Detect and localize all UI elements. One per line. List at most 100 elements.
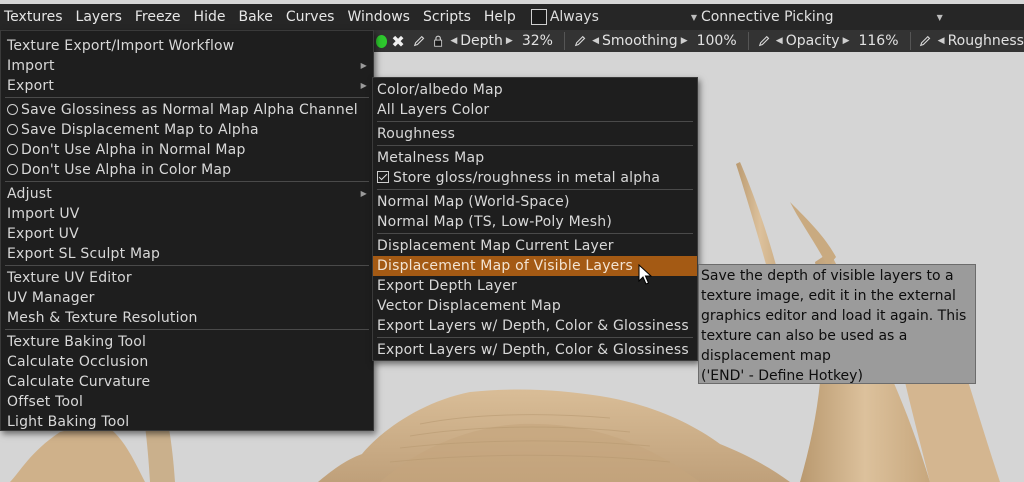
menu-item-export-uv[interactable]: Export UV <box>1 224 373 244</box>
textures-menu: Texture Export/Import Workflow Import ▶ E… <box>0 30 374 431</box>
increase-opacity-icon[interactable]: ▶ <box>843 36 850 46</box>
menu-windows[interactable]: Windows <box>343 9 419 25</box>
export-item-metalness[interactable]: Metalness Map <box>373 148 697 168</box>
menu-hide[interactable]: Hide <box>190 9 235 25</box>
menu-item-label: Displacement Map of Visible Layers <box>377 258 633 274</box>
export-item-normal-ts[interactable]: Normal Map (TS, Low-Poly Mesh) <box>373 212 697 232</box>
menu-item-calculate-occlusion[interactable]: Calculate Occlusion <box>1 352 373 372</box>
toolbar-divider <box>563 32 565 50</box>
menu-item-export[interactable]: Export ▶ <box>1 76 373 96</box>
menu-item-mesh-texture-resolution[interactable]: Mesh & Texture Resolution <box>1 308 373 328</box>
picking-mode-value: Connective Picking <box>700 9 834 25</box>
export-item-vector-displacement[interactable]: Vector Displacement Map <box>373 296 697 316</box>
close-icon[interactable]: ✖ <box>391 32 404 51</box>
opacity-control[interactable]: ◀ Opacity ▶ 116% <box>773 30 905 52</box>
menu-item-label: Don't Use Alpha in Normal Map <box>21 142 246 158</box>
pen-icon[interactable] <box>919 34 931 48</box>
menu-bar: Textures Layers Freeze Hide Bake Curves … <box>0 4 1024 30</box>
menu-item-label: Calculate Curvature <box>7 374 151 390</box>
roughness-label: Roughness <box>947 33 1024 49</box>
export-item-layers-depth-color-gloss[interactable]: Export Layers w/ Depth, Color & Glossine… <box>373 316 697 336</box>
menu-item-import[interactable]: Import ▶ <box>1 56 373 76</box>
decrease-depth-icon[interactable]: ◀ <box>450 36 457 46</box>
menu-item-label: Offset Tool <box>7 394 84 410</box>
increase-depth-icon[interactable]: ▶ <box>506 36 513 46</box>
menu-freeze[interactable]: Freeze <box>131 9 190 25</box>
menu-separator <box>377 145 693 146</box>
menu-item-save-glossiness[interactable]: Save Glossiness as Normal Map Alpha Chan… <box>1 100 373 120</box>
depth-value[interactable]: 32% <box>516 33 559 49</box>
menu-layers[interactable]: Layers <box>72 9 131 25</box>
export-item-displacement-current[interactable]: Displacement Map Current Layer <box>373 236 697 256</box>
menu-item-label: Export Depth Layer <box>377 278 518 294</box>
menu-item-label: Texture Baking Tool <box>7 334 147 350</box>
menu-item-texture-workflow[interactable]: Texture Export/Import Workflow <box>1 36 373 56</box>
menu-separator <box>377 121 693 122</box>
always-toggle[interactable]: Always <box>530 9 683 25</box>
menu-item-import-uv[interactable]: Import UV <box>1 204 373 224</box>
menu-item-label: Export SL Sculpt Map <box>7 246 161 262</box>
export-item-roughness[interactable]: Roughness <box>373 124 697 144</box>
export-item-store-gloss[interactable]: Store gloss/roughness in metal alpha <box>373 168 697 188</box>
lock-icon[interactable] <box>432 34 444 48</box>
tooltip-line: displacement map <box>701 348 831 364</box>
menu-item-save-displacement-alpha[interactable]: Save Displacement Map to Alpha <box>1 120 373 140</box>
menu-item-label: Light Baking Tool <box>7 414 130 430</box>
tooltip-line: texture image, edit it in the external <box>701 288 956 304</box>
export-item-layers-depth-color-gloss-2[interactable]: Export Layers w/ Depth, Color & Glossine… <box>373 340 697 360</box>
menu-item-label: Texture Export/Import Workflow <box>7 38 235 54</box>
opacity-label: Opacity <box>785 33 840 49</box>
decrease-smoothing-icon[interactable]: ◀ <box>592 36 599 46</box>
tooltip-hotkey: ('END' - Define Hotkey) <box>701 368 863 384</box>
pen-icon[interactable] <box>758 34 770 48</box>
increase-smoothing-icon[interactable]: ▶ <box>681 36 688 46</box>
pen-icon[interactable] <box>574 34 586 48</box>
export-item-color-albedo[interactable]: Color/albedo Map <box>373 80 697 100</box>
menu-textures[interactable]: Textures <box>0 9 72 25</box>
menu-item-texture-uv-editor[interactable]: Texture UV Editor <box>1 268 373 288</box>
submenu-arrow-icon: ▶ <box>360 61 367 70</box>
always-label: Always <box>549 9 599 25</box>
menu-item-label: Export Layers w/ Depth, Color & Glossine… <box>377 318 689 334</box>
smoothing-value[interactable]: 100% <box>691 33 743 49</box>
chevron-down-icon: ▼ <box>936 12 943 22</box>
always-checkbox[interactable] <box>530 9 547 25</box>
menu-item-label: Roughness <box>377 126 456 142</box>
status-dot-icon[interactable] <box>376 34 388 48</box>
menu-bake[interactable]: Bake <box>234 9 281 25</box>
picking-mode-dropdown[interactable]: ▼ Connective Picking ▼ <box>687 7 949 27</box>
export-item-normal-world[interactable]: Normal Map (World-Space) <box>373 192 697 212</box>
menu-item-adjust[interactable]: Adjust ▶ <box>1 184 373 204</box>
opacity-value[interactable]: 116% <box>852 33 904 49</box>
menu-separator <box>5 265 369 266</box>
menu-item-offset-tool[interactable]: Offset Tool <box>1 392 373 412</box>
menu-item-label: Metalness Map <box>377 150 485 166</box>
menu-item-calculate-curvature[interactable]: Calculate Curvature <box>1 372 373 392</box>
menu-item-no-alpha-color[interactable]: Don't Use Alpha in Color Map <box>1 160 373 180</box>
radio-icon <box>7 164 18 175</box>
menu-help[interactable]: Help <box>480 9 525 25</box>
menu-item-no-alpha-normal[interactable]: Don't Use Alpha in Normal Map <box>1 140 373 160</box>
decrease-opacity-icon[interactable]: ◀ <box>776 36 783 46</box>
menu-separator <box>5 329 369 330</box>
smoothing-control[interactable]: ◀ Smoothing ▶ 100% <box>589 30 743 52</box>
menu-separator <box>5 181 369 182</box>
menu-item-export-sl-sculpt[interactable]: Export SL Sculpt Map <box>1 244 373 264</box>
menu-item-uv-manager[interactable]: UV Manager <box>1 288 373 308</box>
menu-curves[interactable]: Curves <box>282 9 344 25</box>
menu-item-label: Texture UV Editor <box>7 270 132 286</box>
menu-scripts[interactable]: Scripts <box>419 9 480 25</box>
submenu-arrow-icon: ▶ <box>360 189 367 198</box>
menu-item-texture-baking-tool[interactable]: Texture Baking Tool <box>1 332 373 352</box>
tooltip-line: Save the depth of visible layers to a <box>701 268 954 284</box>
menu-separator <box>377 233 693 234</box>
pen-icon[interactable] <box>413 34 425 48</box>
menu-item-label: Normal Map (TS, Low-Poly Mesh) <box>377 214 612 230</box>
export-item-all-layers-color[interactable]: All Layers Color <box>373 100 697 120</box>
depth-control[interactable]: ◀ Depth ▶ 32% <box>447 30 559 52</box>
roughness-control[interactable]: ◀ Roughness <box>935 30 1024 52</box>
menu-item-light-baking-tool[interactable]: Light Baking Tool <box>1 412 373 432</box>
decrease-roughness-icon[interactable]: ◀ <box>938 36 945 46</box>
mouse-cursor-icon <box>638 264 652 285</box>
menu-item-label: Normal Map (World-Space) <box>377 194 570 210</box>
